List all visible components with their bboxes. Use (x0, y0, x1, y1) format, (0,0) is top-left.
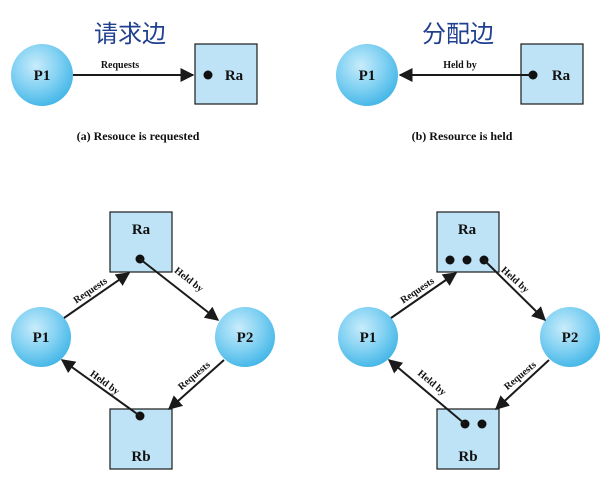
edge-rb-held-by-p1 (387, 359, 466, 425)
edge-label-rb-p1: Held by (415, 368, 448, 398)
panel-deadlock-single-instance: Ra Rb P1 P2 Requests Held by Requests He… (11, 211, 275, 470)
panel-multi-instance: Ra Rb P1 P2 Requests Held by Requests He… (338, 211, 600, 470)
process-label: P1 (359, 68, 376, 84)
edge-ra-held-by-p2 (483, 259, 546, 321)
process-node-p2: P2 (540, 307, 600, 367)
heading-request-edge: 请求边 (94, 20, 166, 48)
process-label-p1: P1 (360, 330, 377, 346)
process-label-p1: P1 (33, 330, 50, 346)
heading-assignment-edge: 分配边 (422, 20, 494, 48)
panel-assignment-edge: 分配边 P1 Ra Held by (b) Resource is held (336, 20, 584, 143)
process-label-p2: P2 (562, 330, 579, 346)
process-label: P1 (34, 68, 51, 84)
caption-a: (a) Resouce is requested (77, 129, 200, 143)
resource-node-ra: Ra (109, 211, 173, 273)
resource-allocation-diagram: 请求边 P1 Requests Ra (a) Resouce is reques… (11, 20, 600, 470)
caption-b: (b) Resource is held (412, 129, 513, 143)
resource-node-rb: Rb (436, 408, 500, 470)
process-node-p1: P1 (338, 307, 398, 367)
resource-instance-dot (462, 255, 472, 265)
resource-node-ra: Ra (194, 43, 258, 105)
resource-label-rb: Rb (458, 449, 477, 465)
resource-instance-dot (445, 255, 455, 265)
process-node-p1: P1 (336, 44, 398, 106)
held-by-edge-label: Held by (443, 60, 477, 71)
resource-label-ra: Ra (458, 222, 477, 238)
resource-node-rb: Rb (109, 408, 173, 470)
resource-instance-dot (203, 70, 213, 80)
process-node-p1: P1 (11, 44, 73, 106)
resource-label: Ra (552, 68, 571, 84)
resource-node-ra: Ra (436, 211, 500, 273)
resource-label: Ra (225, 68, 244, 84)
process-node-p1: P1 (11, 307, 71, 367)
resource-label-ra: Ra (132, 222, 151, 238)
edge-rb-held-by-p1 (60, 359, 141, 417)
resource-label-rb: Rb (131, 449, 150, 465)
process-node-p2: P2 (215, 307, 275, 367)
resource-instance-dot (477, 419, 487, 429)
panel-request-edge: 请求边 P1 Requests Ra (a) Resouce is reques… (11, 20, 258, 143)
edge-label-ra-p2: Held by (172, 265, 205, 294)
process-label-p2: P2 (237, 330, 254, 346)
request-edge-label: Requests (101, 60, 139, 71)
